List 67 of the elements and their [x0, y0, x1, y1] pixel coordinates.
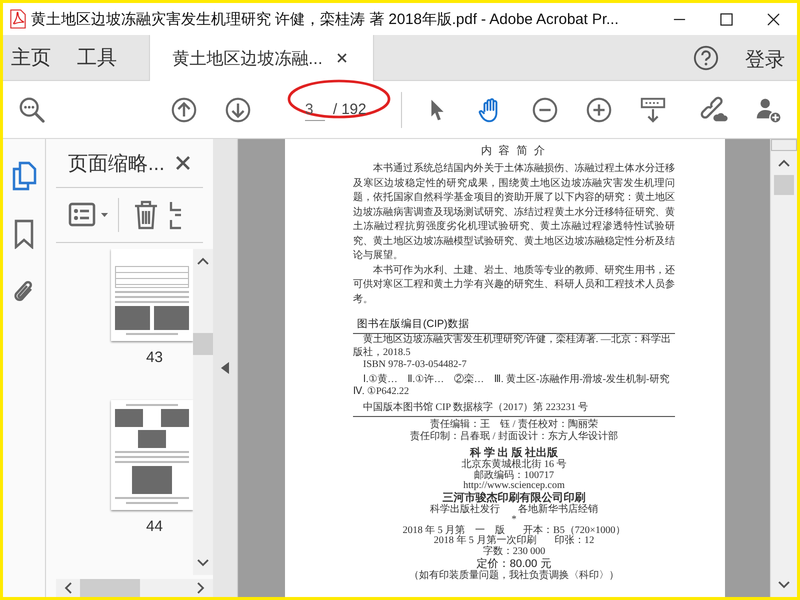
scroll-up-icon[interactable]	[778, 159, 790, 167]
sign-in-link[interactable]: 登录	[745, 46, 785, 73]
imprint-line: 2018 年 5 月第 一 版	[402, 526, 506, 536]
imprint-line: 印张：12	[554, 536, 594, 546]
imprint-line: 邮政编码：100717	[474, 470, 554, 481]
tab-label: 黄土地区边坡冻融...	[172, 48, 323, 70]
scrollbar-thumb[interactable]	[80, 579, 140, 597]
tab-label: 主页	[11, 46, 51, 71]
page-count: / 192	[333, 101, 366, 118]
scroll-down-icon[interactable]	[778, 581, 790, 589]
scroll-right-icon[interactable]	[197, 582, 205, 594]
imprint-line: 三河市骏杰印刷有限公司印刷	[442, 492, 586, 504]
scroll-up-icon[interactable]	[197, 257, 209, 265]
pages-icon	[11, 161, 37, 191]
imprint-line: 各地新华书店经销	[518, 504, 598, 515]
imprint-line: 科学出版社发行	[430, 504, 500, 515]
zoom-in-icon	[585, 96, 613, 124]
imprint-line: 科 学 出 版 社出版	[470, 447, 558, 459]
vertical-scrollbar[interactable]	[193, 249, 213, 575]
window-title: 黄土地区边坡冻融灾害发生机理研究 许健，栾桂涛 著 2018年版.pdf - Adobe Acrobat Pr...	[31, 10, 619, 28]
tab[interactable]: 工具	[69, 35, 129, 80]
cip-entry: Ⅰ.①黄… Ⅱ.①许… ②栾… Ⅲ. 黄土区-冻融作用-滑坡-发生机制-研究 Ⅳ. ①P642.22	[353, 374, 670, 398]
scrollbar-thumb[interactable]	[193, 333, 213, 355]
zoom-out-icon	[531, 96, 559, 124]
horizontal-scrollbar[interactable]	[56, 579, 213, 597]
page-thumbnail[interactable]	[111, 400, 193, 510]
credits-line: 责任编辑：王 钰 / 责任校对：陶丽荣	[430, 419, 598, 430]
tab-label: 工具	[77, 46, 117, 71]
imprint-line: 北京东黄城根北街 16 号	[462, 460, 566, 470]
link-cloud-icon	[700, 96, 728, 124]
trash-icon[interactable]	[133, 200, 159, 230]
page-number-label: 43	[146, 349, 163, 366]
help-icon[interactable]	[693, 44, 719, 70]
section-heading: 内 容 简 介	[480, 144, 548, 158]
imprint-line: 2018 年 5 月第一次印刷	[434, 536, 536, 546]
cip-entry: ISBN 978-7-03-054482-7	[362, 359, 468, 372]
vertical-scrollbar[interactable]	[770, 139, 797, 597]
scrollbar-corner	[771, 139, 797, 151]
page-number-label: 44	[146, 518, 163, 535]
arrow-down-icon	[224, 96, 252, 124]
page-thumbnail[interactable]	[111, 249, 193, 341]
credits-line: 责任印制：吕春珉 / 封面设计：东方人华设计部	[410, 431, 618, 443]
imprint-line: 字数：230 000	[482, 546, 546, 557]
paragraph: 本书可作为水利、土建、岩土、地质等专业的教师、研究生用书，还可供对寒区工程和黄土力学有兴趣的研究生、科研人员和工程技术人员参考。	[353, 264, 675, 306]
collapse-arrow-icon[interactable]	[221, 362, 229, 374]
imprint-line: *	[512, 515, 516, 526]
scroll-down-icon[interactable]	[197, 559, 209, 567]
app-icon	[9, 9, 27, 29]
imprint-line: 开本：B5（720×1000）	[523, 526, 626, 536]
cip-heading: 图书在版编目(CIP)数据	[353, 317, 675, 334]
tab[interactable]: 主页	[3, 35, 63, 80]
close-icon[interactable]	[174, 155, 191, 171]
partial-icon[interactable]	[169, 200, 181, 230]
scroll-mode-icon	[639, 96, 667, 124]
imprint-line: （如有印装质量问题，我社负责调换〈科印〉）	[409, 571, 619, 582]
tab[interactable]: 黄土地区边坡冻融...	[149, 35, 374, 81]
scrollbar-thumb[interactable]	[774, 175, 794, 195]
panel-title: 页面缩略...	[68, 152, 165, 176]
price-line: 定价：80.00 元	[476, 557, 552, 570]
scroll-left-icon[interactable]	[64, 582, 72, 594]
close-icon[interactable]	[336, 53, 347, 63]
search-icon	[18, 96, 46, 124]
arrow-up-icon	[170, 96, 198, 124]
cip-entry: 黄土地区边坡冻融灾害发生机理研究/许健，栾桂涛著. —北京：科学出版社，2018.5	[353, 334, 672, 359]
paragraph: 本书通过系统总结国内外关于土体冻融损伤、冻融过程土体水分迁移及寒区边坡稳定性的研究成果，围绕黄土地区边坡冻融灾害发生机理问题，依托国家自然科学基金项目的资助开展了以下内容的研究：黄土地区边坡冻融病害调查及现场测试研究、冻结过程黄土水分迁移特征研究、黄土冻融过程抗剪强度劣化机理试验研究、黄土冻融过程渗透特性试验研究、黄土地区边坡冻融模型试验研究、黄土地区边坡冻融稳定性分析及结论与展望。	[353, 162, 675, 263]
imprint-line: http://www.sciencep.com	[463, 481, 565, 492]
cip-record-number: 中国版本图书馆 CIP 数据核字（2017）第 223231 号	[353, 402, 675, 417]
